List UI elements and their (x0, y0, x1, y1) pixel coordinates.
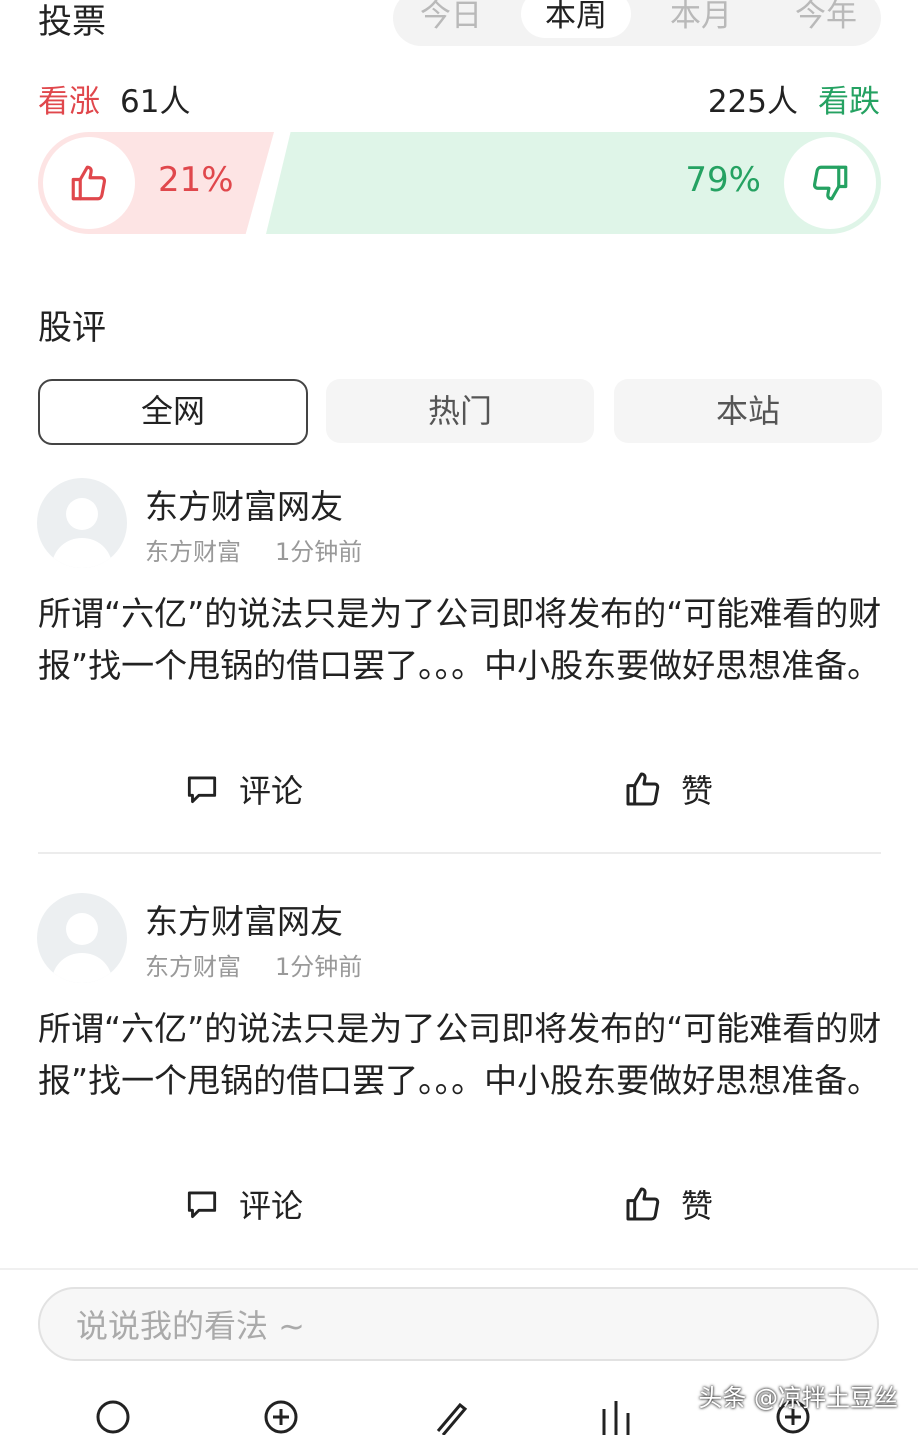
post-text[interactable]: 所谓“六亿”的说法只是为了公司即将发布的“可能难看的财报”找一个甩锅的借口罢了。… (38, 1003, 883, 1107)
watermark: 头条 @凉拌土豆丝 (698, 1384, 898, 1412)
period-tabs: 今日 本周 本月 今年 (393, 0, 881, 46)
post-divider (38, 852, 881, 854)
tab-this-week[interactable]: 本周 (521, 0, 631, 38)
thumbs-up-icon (71, 165, 107, 201)
tab-all-web[interactable]: 全网 (38, 379, 308, 445)
tab-this-month[interactable]: 本月 (646, 0, 756, 38)
avatar[interactable] (37, 893, 127, 983)
bottom-divider (0, 1268, 918, 1270)
bear-count: 225人 (707, 84, 798, 120)
tab-this-year[interactable]: 今年 (771, 0, 881, 38)
post-source: 东方财富 (145, 953, 241, 981)
comment-icon (187, 1191, 217, 1219)
comment-button[interactable]: 评论 (183, 1181, 303, 1227)
post-author[interactable]: 东方财富网友 (145, 480, 343, 528)
vote-bar: 21% 79% (38, 132, 881, 234)
vote-title: 投票 (38, 2, 106, 42)
post-author[interactable]: 东方财富网友 (145, 895, 343, 943)
comment-label: 评论 (239, 1187, 304, 1225)
like-button[interactable]: 赞 (623, 766, 713, 812)
bear-percentage: 79% (685, 160, 761, 200)
like-button[interactable]: 赞 (623, 1181, 713, 1227)
comment-icon (187, 776, 217, 804)
post-source: 东方财富 (145, 538, 241, 566)
add-circle-icon[interactable] (261, 1395, 301, 1435)
vote-bull-button[interactable] (43, 137, 135, 229)
post-time: 1分钟前 (275, 538, 363, 566)
default-avatar-icon (51, 498, 113, 568)
post-card: 东方财富网友 东方财富 1分钟前 所谓“六亿”的说法只是为了公司即将发布的“可能… (0, 885, 918, 1269)
section-title: 股评 (38, 308, 106, 348)
bull-count: 61人 (120, 84, 191, 120)
edit-icon[interactable] (430, 1395, 470, 1435)
comment-input[interactable]: 说说我的看法 ~ (38, 1287, 879, 1361)
like-label: 赞 (681, 1187, 714, 1225)
tab-this-site[interactable]: 本站 (614, 379, 882, 443)
default-avatar-icon (51, 913, 113, 983)
post-card: 东方财富网友 东方财富 1分钟前 所谓“六亿”的说法只是为了公司即将发布的“可能… (0, 470, 918, 854)
vote-bear-button[interactable] (784, 137, 876, 229)
bull-percentage: 21% (158, 160, 234, 200)
like-label: 赞 (681, 772, 714, 810)
avatar[interactable] (37, 478, 127, 568)
comment-label: 评论 (239, 772, 304, 810)
tab-today[interactable]: 今日 (396, 0, 506, 38)
thumbs-up-icon (626, 1187, 660, 1221)
chart-icon[interactable] (596, 1395, 636, 1435)
comment-button[interactable]: 评论 (183, 766, 303, 812)
tab-hot[interactable]: 热门 (326, 379, 594, 443)
thumbs-down-icon (812, 165, 848, 201)
bear-label: 看跌 (818, 84, 880, 120)
bull-label: 看涨 (38, 84, 100, 120)
search-icon[interactable] (93, 1395, 133, 1435)
post-time: 1分钟前 (275, 953, 363, 981)
post-text[interactable]: 所谓“六亿”的说法只是为了公司即将发布的“可能难看的财报”找一个甩锅的借口罢了。… (38, 588, 883, 692)
thumbs-up-icon (626, 772, 660, 806)
